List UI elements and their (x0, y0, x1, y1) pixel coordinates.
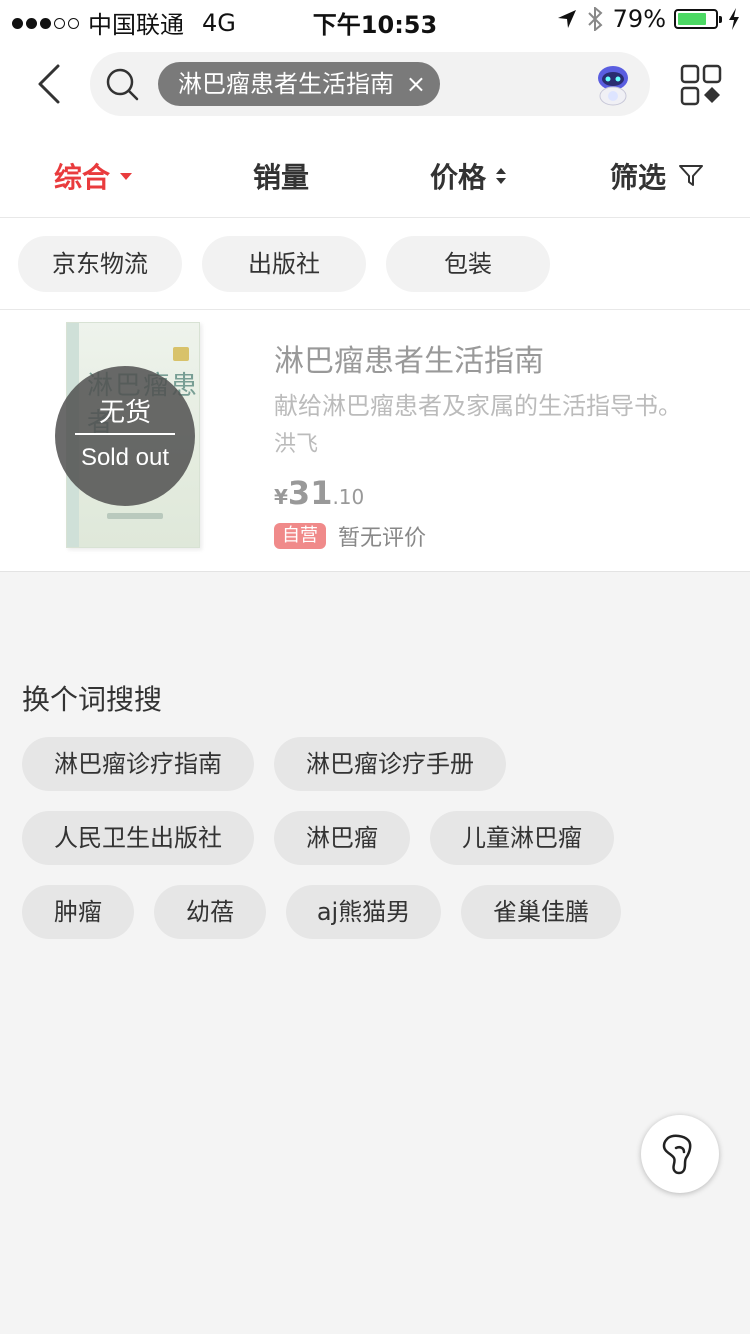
cover-badge (173, 347, 189, 361)
jd-robot-assistant-icon[interactable] (592, 62, 634, 106)
product-description: 献给淋巴瘤患者及家属的生活指导书。 (274, 392, 682, 420)
bluetooth-icon (587, 7, 603, 31)
suggestion-chip[interactable]: 淋巴瘤诊疗手册 (274, 737, 506, 791)
sort-filter[interactable]: 筛选 (610, 156, 704, 196)
filter-chip-publisher[interactable]: 出版社 (202, 236, 366, 292)
sort-sales[interactable]: 销量 (253, 156, 309, 196)
battery-fill (678, 13, 707, 25)
suggestion-chip[interactable]: aj熊猫男 (286, 885, 441, 939)
filter-chip-packaging[interactable]: 包装 (386, 236, 550, 292)
suggestion-chip[interactable]: 肿瘤 (22, 885, 134, 939)
sort-price-label: 价格 (430, 161, 487, 194)
search-keyword-text: 淋巴瘤患者生活指南 (178, 70, 394, 98)
sort-filter-label: 筛选 (610, 161, 667, 194)
product-meta: 自营 暂无评价 (274, 520, 426, 552)
category-grid-icon[interactable] (680, 64, 722, 106)
sold-out-overlay: 无货 Sold out (55, 366, 195, 506)
status-right: 79% (557, 5, 740, 33)
back-arrow-icon[interactable] (30, 62, 70, 106)
filter-funnel-icon (679, 165, 704, 186)
suggestion-chip[interactable]: 淋巴瘤 (274, 811, 410, 865)
dropdown-caret-icon (120, 172, 133, 180)
sold-out-cn: 无货 (98, 398, 151, 428)
product-title[interactable]: 淋巴瘤患者生活指南 (274, 336, 544, 380)
product-price: ¥ 31 .10 (274, 474, 364, 512)
suggestion-chip[interactable]: 人民卫生出版社 (22, 811, 254, 865)
search-box[interactable]: 淋巴瘤患者生活指南 × (90, 52, 650, 116)
search-header: 淋巴瘤患者生活指南 × (0, 40, 750, 130)
sort-comprehensive-label: 综合 (54, 161, 111, 194)
sort-price[interactable]: 价格 (430, 156, 508, 196)
battery-icon (674, 9, 722, 29)
price-decimal: .10 (332, 485, 365, 509)
sort-up-down-icon (496, 168, 507, 184)
sort-sales-label: 销量 (253, 161, 310, 194)
location-arrow-icon (557, 10, 576, 28)
filter-chip-jd-logistics[interactable]: 京东物流 (18, 236, 182, 292)
browsing-history-button[interactable] (641, 1115, 719, 1193)
sold-out-divider (75, 433, 175, 435)
suggestion-chip[interactable]: 儿童淋巴瘤 (430, 811, 614, 865)
suggestion-chip[interactable]: 幼蓓 (154, 885, 266, 939)
sort-bar: 综合 销量 价格 筛选 (0, 130, 750, 218)
product-card[interactable]: 淋巴瘤患者 无货 Sold out 淋巴瘤患者生活指南 献给淋巴瘤患者及家属的生… (0, 310, 750, 572)
status-bar: 中国联通 4G 下午10:53 79% (0, 0, 750, 40)
quick-filter-bar: 京东物流 出版社 包装 (0, 218, 750, 310)
search-keyword-tag[interactable]: 淋巴瘤患者生活指南 × (158, 62, 440, 106)
clear-keyword-button[interactable]: × (406, 62, 426, 106)
suggestion-chip[interactable]: 雀巢佳膳 (461, 885, 621, 939)
product-author: 洪飞 (274, 432, 319, 457)
self-run-badge: 自营 (274, 523, 326, 549)
battery-percent: 79% (612, 5, 666, 33)
price-integer: 31 (287, 474, 333, 512)
cover-publisher-mark (107, 513, 163, 519)
footprint-icon (662, 1134, 692, 1175)
suggestion-chip[interactable]: 淋巴瘤诊疗指南 (22, 737, 254, 791)
review-status: 暂无评价 (338, 526, 427, 551)
charging-bolt-icon (729, 8, 739, 30)
suggestions-title: 换个词搜搜 (22, 683, 163, 716)
price-symbol: ¥ (274, 485, 288, 509)
search-icon (106, 68, 139, 101)
sort-comprehensive[interactable]: 综合 (54, 156, 133, 196)
sold-out-en: Sold out (80, 444, 170, 471)
